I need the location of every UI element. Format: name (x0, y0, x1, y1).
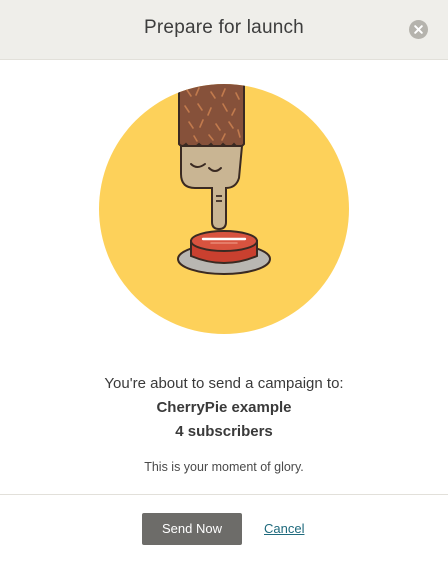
close-button[interactable] (409, 20, 428, 39)
modal-title: Prepare for launch (144, 17, 304, 38)
launch-illustration (99, 84, 349, 334)
finger-press-button-icon (99, 84, 349, 334)
modal-header: Prepare for launch (0, 0, 448, 60)
footer-divider (0, 494, 448, 495)
send-now-button[interactable]: Send Now (142, 513, 242, 545)
launch-modal: Prepare for launch You're about to send … (0, 0, 448, 563)
glory-text: This is your moment of glory. (144, 460, 304, 474)
campaign-intro-text: You're about to send a campaign to: (104, 375, 344, 392)
subscriber-count: 4 subscribers (175, 423, 273, 440)
list-name: CherryPie example (156, 399, 292, 416)
close-icon (414, 25, 423, 34)
cancel-link[interactable]: Cancel (264, 521, 304, 536)
